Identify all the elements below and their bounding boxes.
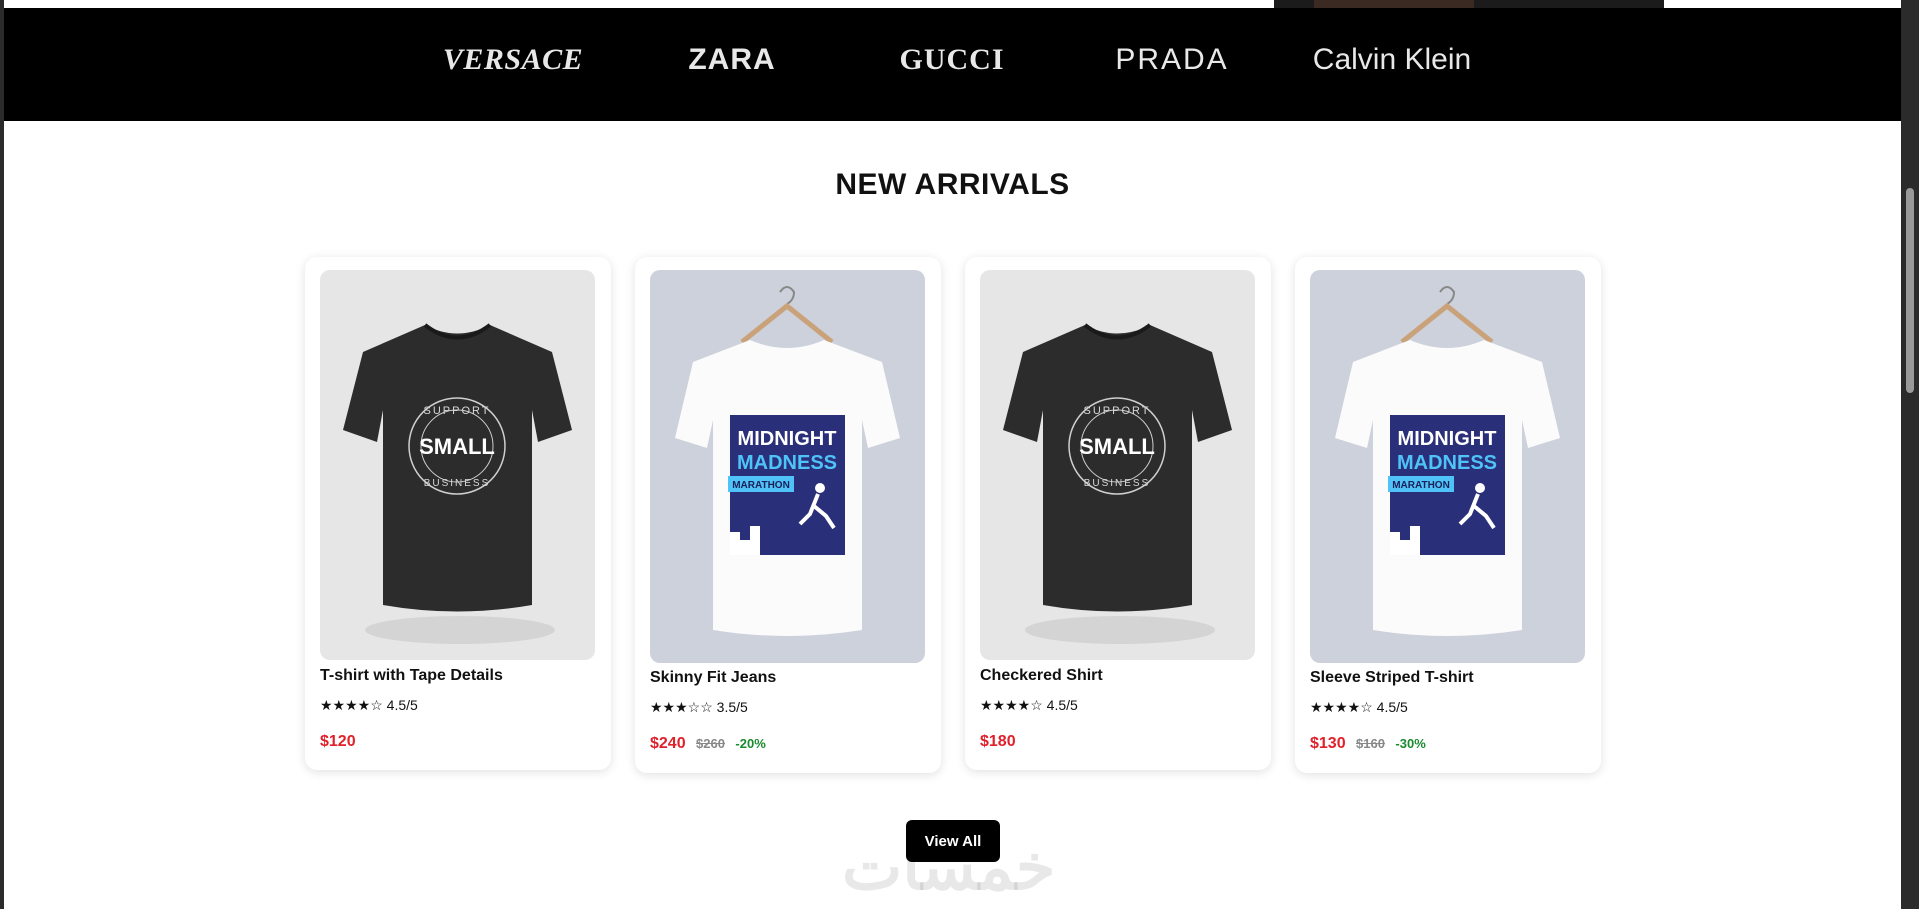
product-rating: ★★★★☆ 4.5/5 xyxy=(320,697,418,714)
product-old-price: $260 xyxy=(696,736,725,751)
product-price: $180 xyxy=(980,733,1016,750)
product-name[interactable]: Skinny Fit Jeans xyxy=(650,669,776,687)
svg-text:MARATHON: MARATHON xyxy=(1392,480,1450,491)
scrollbar-thumb[interactable] xyxy=(1906,188,1914,393)
discount-badge: -30% xyxy=(1395,736,1426,751)
hero-image-remnant xyxy=(1274,0,1664,8)
svg-text:SMALL: SMALL xyxy=(1079,434,1155,459)
brand-gucci[interactable]: GUCCI xyxy=(899,43,1004,77)
black-tshirt-image: SUPPORT SMALL BUSINESS xyxy=(1003,323,1232,644)
price-row: $120 xyxy=(320,733,356,751)
svg-text:SUPPORT: SUPPORT xyxy=(424,405,491,417)
star-rating-icon: ★★★★☆ xyxy=(980,697,1043,713)
section-title: NEW ARRIVALS xyxy=(835,168,1070,201)
white-tshirt-image: MIDNIGHT MADNESS MARATHON xyxy=(1335,286,1560,636)
scrollbar[interactable] xyxy=(1901,0,1919,909)
star-rating-icon: ★★★★☆ xyxy=(320,697,383,713)
svg-text:MIDNIGHT: MIDNIGHT xyxy=(738,428,837,450)
product-rating: ★★★☆☆ 3.5/5 xyxy=(650,699,748,716)
product-price: $120 xyxy=(320,733,356,750)
product-name[interactable]: Checkered Shirt xyxy=(980,667,1103,685)
product-rating: ★★★★☆ 4.5/5 xyxy=(980,697,1078,714)
price-row: $240 $260 -20% xyxy=(650,735,766,753)
brand-zara[interactable]: ZARA xyxy=(688,43,775,77)
black-tshirt-image: SUPPORT SMALL BUSINESS xyxy=(343,323,572,644)
product-card[interactable]: MIDNIGHT MADNESS MARATHON Sleeve Striped… xyxy=(1295,257,1601,773)
brand-calvin-klein[interactable]: Calvin Klein xyxy=(1313,43,1471,77)
svg-text:SUPPORT: SUPPORT xyxy=(1084,405,1151,417)
white-tshirt-image: MIDNIGHT MADNESS MARATHON xyxy=(675,286,900,636)
svg-text:SMALL: SMALL xyxy=(419,434,495,459)
star-rating-icon: ★★★★☆ xyxy=(1310,699,1373,715)
view-all-button[interactable]: View All xyxy=(906,820,1000,862)
svg-text:MARATHON: MARATHON xyxy=(732,480,790,491)
product-image[interactable]: MIDNIGHT MADNESS MARATHON xyxy=(650,270,925,663)
price-row: $130 $160 -30% xyxy=(1310,735,1426,753)
hero-bottom-edge xyxy=(4,0,1901,8)
rating-value: 4.5/5 xyxy=(1376,699,1408,715)
rating-value: 4.5/5 xyxy=(386,697,418,713)
product-price: $240 xyxy=(650,735,686,752)
product-card[interactable]: MIDNIGHT MADNESS MARATHON Skinny Fit Jea… xyxy=(635,257,941,773)
rating-value: 4.5/5 xyxy=(1046,697,1078,713)
svg-text:MIDNIGHT: MIDNIGHT xyxy=(1398,428,1497,450)
brand-versace[interactable]: VERSACE xyxy=(443,43,583,77)
product-old-price: $160 xyxy=(1356,736,1385,751)
product-card[interactable]: SUPPORT SMALL BUSINESS T-shirt with Tape… xyxy=(305,257,611,770)
svg-text:MADNESS: MADNESS xyxy=(1397,452,1497,474)
svg-text:BUSINESS: BUSINESS xyxy=(424,478,491,489)
product-name[interactable]: Sleeve Striped T-shirt xyxy=(1310,669,1474,687)
svg-text:BUSINESS: BUSINESS xyxy=(1084,478,1151,489)
product-image[interactable]: MIDNIGHT MADNESS MARATHON xyxy=(1310,270,1585,663)
product-image[interactable]: SUPPORT SMALL BUSINESS xyxy=(320,270,595,660)
brand-bar: VERSACE ZARA GUCCI PRADA Calvin Klein xyxy=(4,8,1901,121)
product-card[interactable]: SUPPORT SMALL BUSINESS Checkered Shirt ★… xyxy=(965,257,1271,770)
star-rating-icon: ★★★☆☆ xyxy=(650,699,713,715)
brand-prada[interactable]: PRADA xyxy=(1115,43,1228,77)
product-rating: ★★★★☆ 4.5/5 xyxy=(1310,699,1408,716)
product-name[interactable]: T-shirt with Tape Details xyxy=(320,667,503,685)
price-row: $180 xyxy=(980,733,1016,751)
product-image[interactable]: SUPPORT SMALL BUSINESS xyxy=(980,270,1255,660)
rating-value: 3.5/5 xyxy=(716,699,748,715)
page: VERSACE ZARA GUCCI PRADA Calvin Klein NE… xyxy=(4,0,1901,909)
discount-badge: -20% xyxy=(735,736,766,751)
svg-text:MADNESS: MADNESS xyxy=(737,452,837,474)
product-price: $130 xyxy=(1310,735,1346,752)
